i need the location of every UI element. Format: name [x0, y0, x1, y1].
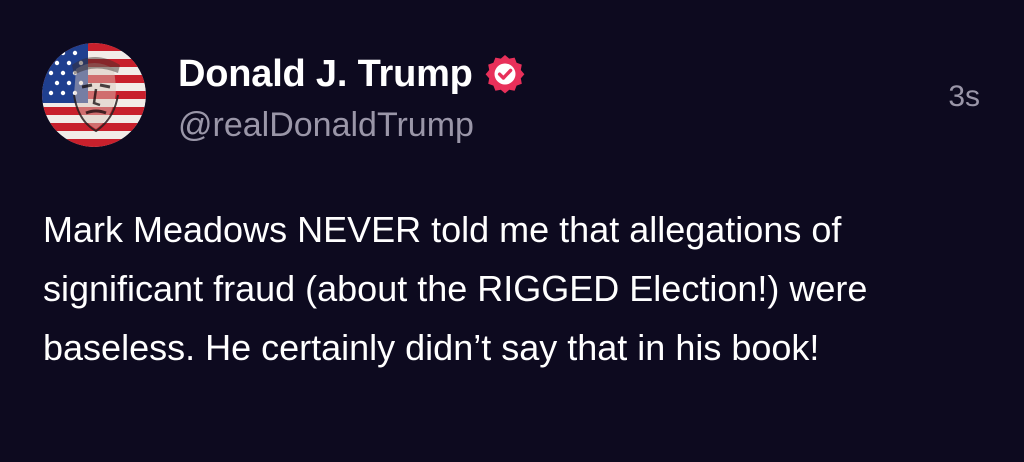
author-name-row: Donald J. Trump — [178, 48, 525, 100]
verified-badge-icon — [485, 55, 525, 94]
post-timestamp[interactable]: 3s — [948, 80, 980, 114]
avatar-image — [42, 43, 146, 147]
author-handle[interactable]: @realDonaldTrump — [178, 106, 474, 145]
avatar[interactable] — [42, 43, 146, 147]
author-display-name[interactable]: Donald J. Trump — [178, 53, 473, 96]
post-card[interactable]: Donald J. Trump @realDonaldTrump 3s Mark… — [0, 0, 1024, 462]
post-body-text: Mark Meadows NEVER told me that allegati… — [43, 209, 868, 368]
